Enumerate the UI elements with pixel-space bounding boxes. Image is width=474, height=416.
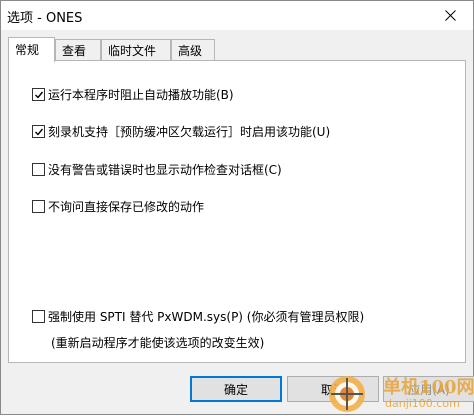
ok-button[interactable]: 确定	[190, 376, 282, 402]
checkbox-show-check-dialog[interactable]	[32, 163, 45, 176]
checkbox-save-without-asking[interactable]	[32, 200, 45, 213]
general-panel: 运行本程序时阻止自动播放功能(B) 刻录机支持［预防缓冲区欠载运行］时启用该功能…	[8, 60, 466, 363]
cancel-button[interactable]: 取消	[287, 376, 379, 402]
option-block-autoplay[interactable]: 运行本程序时阻止自动播放功能(B)	[32, 86, 234, 103]
option-label: 刻录机支持［预防缓冲区欠载运行］时启用该功能(U)	[48, 125, 331, 139]
window-title: 选项 - ONES	[7, 11, 83, 26]
option-label: 没有警告或错误时也显示动作检查对话框(C)	[48, 163, 282, 177]
checkbox-force-spti[interactable]	[32, 310, 45, 323]
option-show-check-dialog[interactable]: 没有警告或错误时也显示动作检查对话框(C)	[32, 161, 282, 178]
checkbox-buffer-underrun[interactable]	[32, 125, 45, 138]
checkmark-icon	[34, 91, 43, 99]
option-save-without-asking[interactable]: 不询问直接保存已修改的动作	[32, 198, 204, 215]
option-label: 运行本程序时阻止自动播放功能(B)	[48, 88, 234, 102]
option-label: 强制使用 SPTI 替代 PxWDM.sys(P) (你必须有管理员权限)	[48, 310, 365, 324]
options-dialog: 选项 - ONES 常规 查看 临时文件 高级 运行本程序时阻止自动播放功能(B…	[0, 0, 474, 415]
tab-temp-files[interactable]: 临时文件	[101, 39, 171, 60]
checkbox-block-autoplay[interactable]	[32, 88, 45, 101]
option-force-spti[interactable]: 强制使用 SPTI 替代 PxWDM.sys(P) (你必须有管理员权限)	[32, 308, 364, 325]
title-bar: 选项 - ONES	[1, 1, 473, 30]
option-label: 不询问直接保存已修改的动作	[48, 200, 205, 214]
tab-advanced[interactable]: 高级	[171, 39, 215, 60]
close-icon	[444, 10, 456, 21]
apply-button[interactable]: 应用(A)	[383, 376, 474, 402]
restart-note: (重新启动程序才能使该选项的改变生效)	[51, 336, 265, 350]
tab-general[interactable]: 常规	[8, 37, 55, 62]
tab-view[interactable]: 查看	[55, 39, 101, 60]
option-buffer-underrun[interactable]: 刻录机支持［预防缓冲区欠载运行］时启用该功能(U)	[32, 123, 330, 140]
close-button[interactable]	[427, 1, 473, 30]
checkmark-icon	[34, 128, 43, 136]
